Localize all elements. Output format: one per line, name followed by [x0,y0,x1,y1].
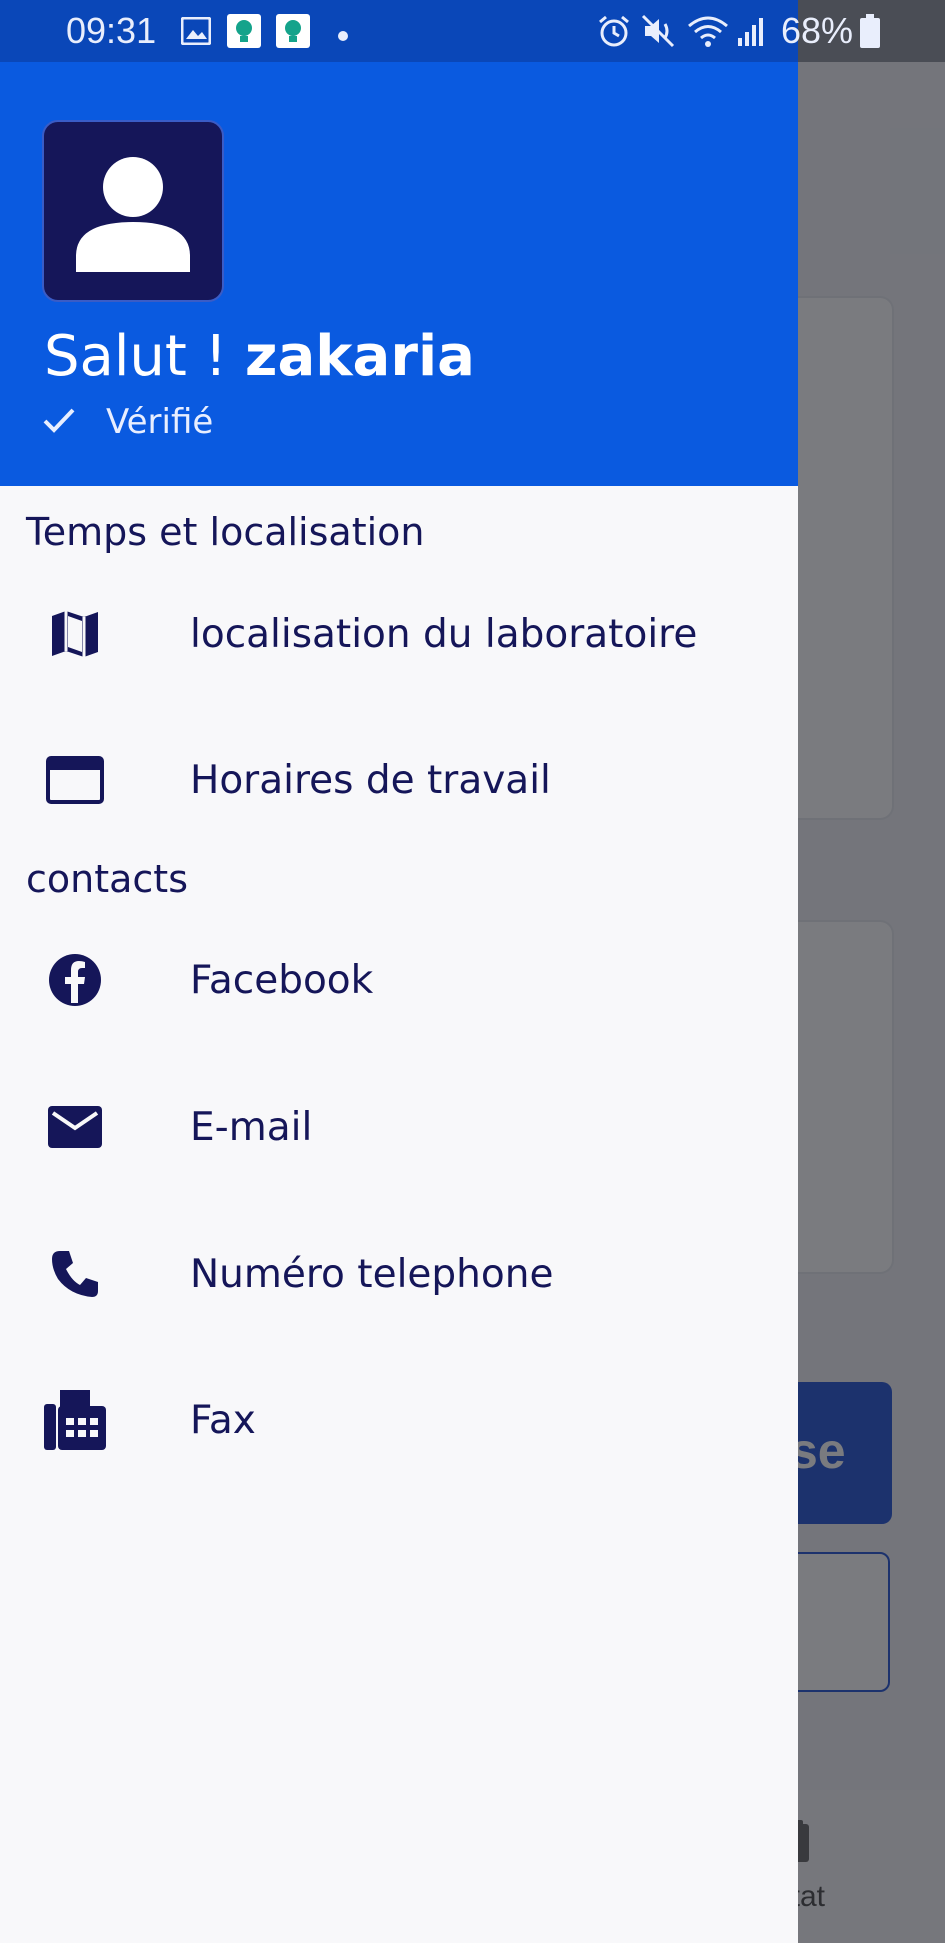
menu-item-label: Horaires de travail [190,757,551,803]
menu-item-label: Fax [190,1397,256,1443]
menu-item-lab-location[interactable]: localisation du laboratoire [0,574,798,694]
username: zakaria [244,324,475,389]
map-icon [40,599,110,669]
mute-icon [641,14,677,52]
section-title-contacts: contacts [26,857,189,901]
avatar[interactable] [42,120,224,302]
menu-item-facebook[interactable]: Facebook [0,920,798,1040]
signal-icon [738,16,766,50]
app-notification-icon [227,14,261,52]
facebook-icon [40,945,110,1015]
gallery-icon [180,16,212,49]
check-icon [42,405,76,439]
menu-item-label: Facebook [190,957,374,1003]
drawer-header: Salut ! zakaria Vérifié [0,62,798,486]
section-title-time-location: Temps et localisation [26,510,425,554]
menu-item-label: localisation du laboratoire [190,611,698,657]
verified-status: Vérifié [42,402,213,442]
menu-item-phone[interactable]: Numéro telephone [0,1214,798,1334]
menu-item-fax[interactable]: Fax [0,1360,798,1480]
menu-item-email[interactable]: E-mail [0,1067,798,1187]
battery-icon [860,14,880,52]
menu-item-label: Numéro telephone [190,1251,554,1297]
menu-item-working-hours[interactable]: Horaires de travail [0,720,798,840]
greeting-title: Salut ! zakaria [44,324,475,389]
navigation-drawer: Salut ! zakaria Vérifié Temps et localis… [0,62,798,1943]
dot-icon [338,26,348,45]
user-avatar-icon [76,157,190,272]
greeting-prefix: Salut ! [44,324,245,389]
battery-percentage: 68% [781,10,854,51]
alarm-icon [597,14,631,52]
mail-icon [40,1092,110,1162]
phone-icon [40,1239,110,1309]
verified-label: Vérifié [106,402,214,442]
wifi-icon [687,14,729,52]
status-time: 09:31 [66,10,157,51]
app-notification-icon [276,14,310,52]
window-icon [40,745,110,815]
menu-item-label: E-mail [190,1104,313,1150]
fax-icon [40,1385,110,1455]
status-bar: 09:31 68% [0,0,945,62]
